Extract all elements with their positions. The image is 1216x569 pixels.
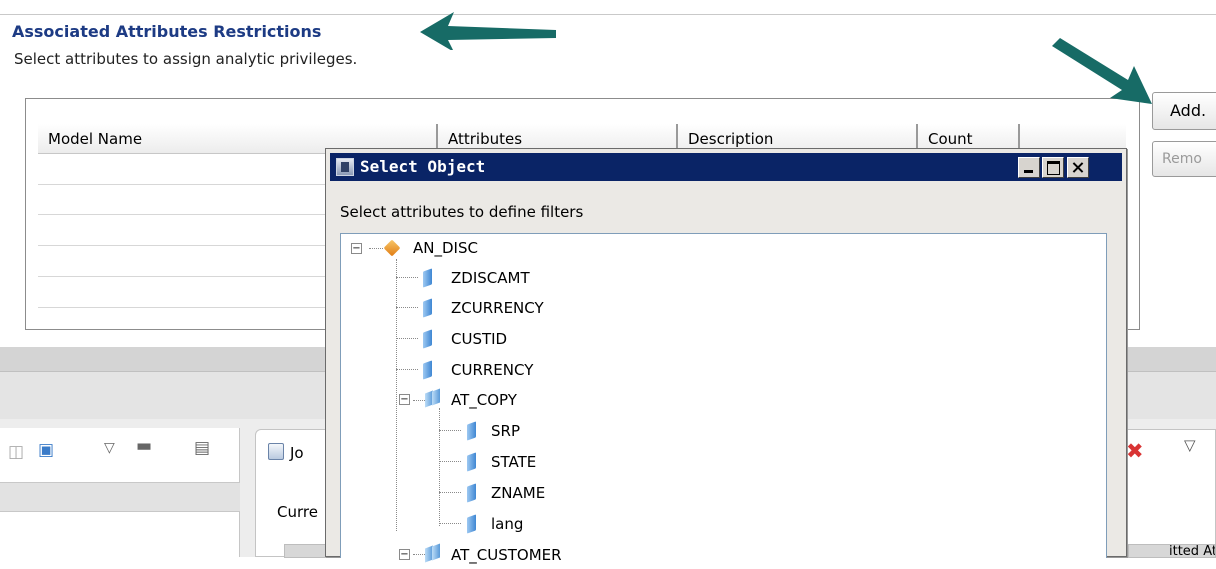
annotation-arrow-left (420, 12, 556, 50)
minimize-button[interactable] (1018, 157, 1040, 178)
tree-connector (396, 369, 418, 370)
attribute-icon (467, 452, 476, 472)
tree-node-lang[interactable]: lang (491, 510, 523, 538)
section-description: Select attributes to assign analytic pri… (14, 50, 358, 68)
tab-job-log[interactable]: Jo (290, 444, 304, 462)
maximize-button[interactable] (1042, 157, 1064, 178)
tree-node-at-copy[interactable]: AT_COPY (451, 386, 517, 414)
remove-button[interactable]: Remo (1152, 141, 1216, 177)
tree-node-zname[interactable]: ZNAME (491, 479, 545, 507)
attribute-icon (423, 298, 432, 318)
tree-node-zdiscamt[interactable]: ZDISCAMT (451, 264, 530, 292)
tree-node-state[interactable]: STATE (491, 448, 536, 476)
collapse-toggle[interactable]: − (351, 243, 362, 254)
attribute-icon (467, 514, 476, 534)
tree-connector (439, 492, 461, 493)
tree-connector (439, 461, 461, 462)
collapse-toggle[interactable]: − (399, 394, 410, 405)
attribute-view-icon (425, 543, 443, 563)
tree-node-custid[interactable]: CUSTID (451, 325, 507, 353)
attribute-icon (423, 329, 432, 349)
attribute-icon (423, 360, 432, 380)
tree-connector (396, 307, 418, 308)
left-pane-header (0, 482, 240, 512)
column-header-stub-right: itted At (1128, 544, 1216, 558)
dialog-title: Select Object (360, 157, 486, 176)
tree-connector (369, 248, 383, 249)
tree-node-an-disc[interactable]: AN_DISC (413, 234, 478, 262)
tree-connector (439, 408, 440, 526)
close-button[interactable] (1067, 157, 1089, 178)
analytic-view-icon (383, 239, 401, 257)
dialog-prompt: Select attributes to define filters (340, 203, 584, 221)
chevron-down-icon[interactable]: ▽ (1184, 436, 1196, 454)
select-object-dialog: Select Object Select attributes to defin… (325, 148, 1127, 564)
tree-connector (396, 277, 418, 278)
view-menu-icon[interactable]: ▽ (104, 438, 115, 458)
dialog-titlebar[interactable]: Select Object (330, 153, 1122, 181)
tree-node-srp[interactable]: SRP (491, 417, 520, 445)
tree-connector (439, 430, 461, 431)
collapse-all-icon[interactable]: ◫ (8, 442, 24, 462)
tree-connector (413, 400, 425, 401)
attribute-view-icon (425, 388, 443, 408)
tree-node-zcurrency[interactable]: ZCURRENCY (451, 294, 544, 322)
minimize-icon[interactable]: ▬ (136, 436, 152, 456)
object-tree[interactable]: − AN_DISC ZDISCAMT ZCURRENCY CUSTID CURR… (340, 233, 1107, 564)
attribute-icon (467, 483, 476, 503)
tree-node-currency[interactable]: CURRENCY (451, 356, 533, 384)
add-button[interactable]: Add. (1152, 92, 1216, 130)
attribute-icon (423, 268, 432, 288)
collapse-toggle[interactable]: − (399, 549, 410, 560)
top-divider (0, 14, 1216, 15)
link-editor-icon[interactable]: ▣ (38, 440, 54, 460)
current-label: Curre (277, 503, 318, 521)
section-title: Associated Attributes Restrictions (12, 22, 322, 41)
tree-connector (413, 554, 425, 555)
tree-connector (439, 523, 461, 524)
tree-node-at-customer[interactable]: AT_CUSTOMER (451, 541, 562, 569)
maximize-icon[interactable]: ▤ (194, 438, 210, 458)
tree-connector (396, 259, 397, 531)
window-icon (336, 158, 354, 176)
attribute-icon (467, 421, 476, 441)
close-icon[interactable]: ✖ (1126, 440, 1144, 462)
job-log-icon (268, 443, 284, 460)
tree-connector (396, 338, 418, 339)
